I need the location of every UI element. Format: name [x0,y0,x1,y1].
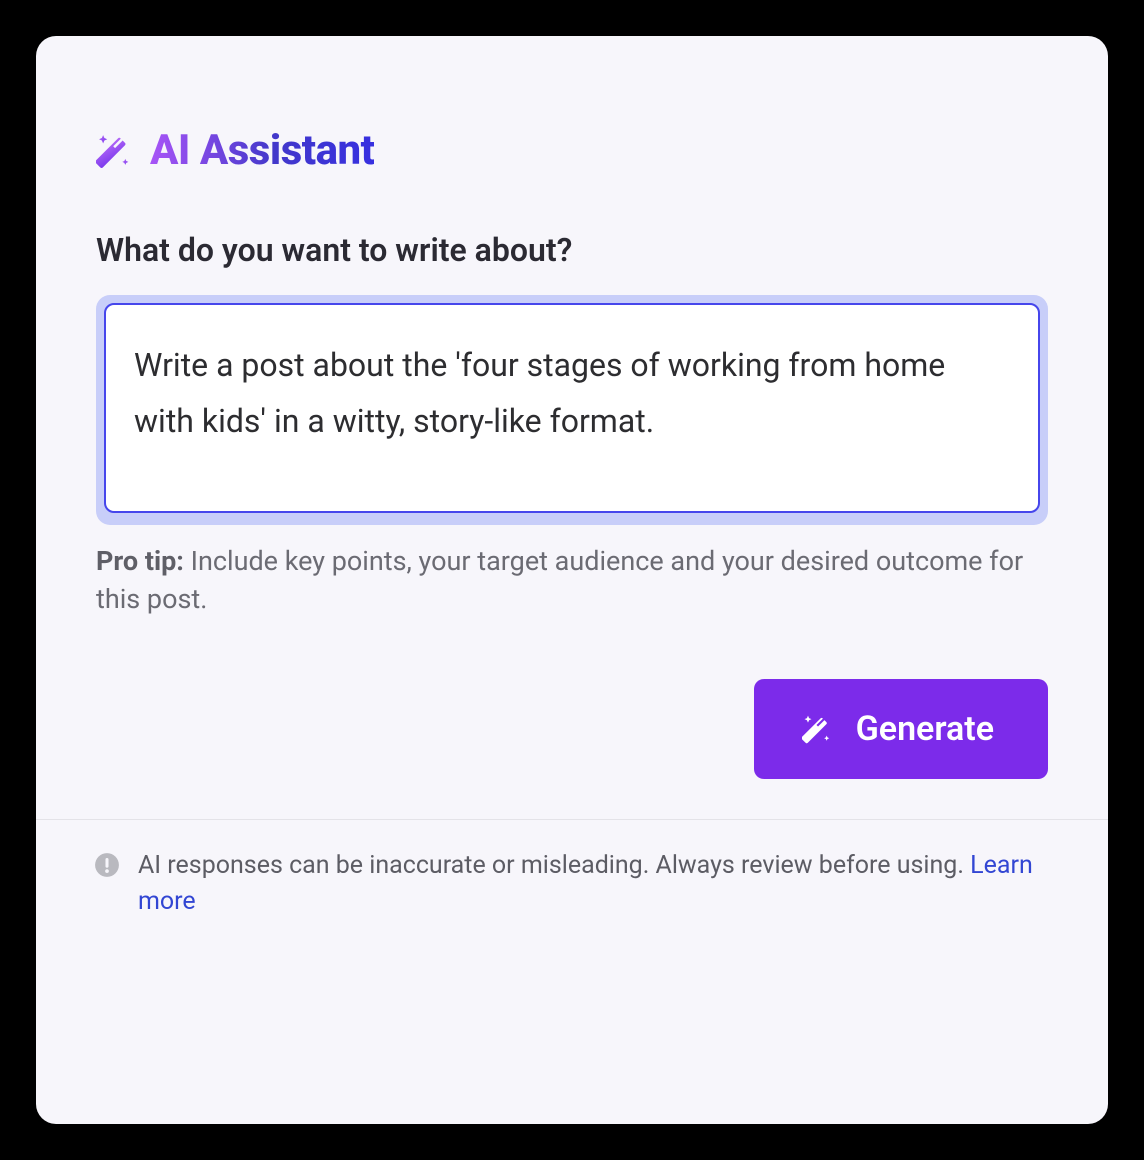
warning-icon [94,852,120,878]
prompt-textarea[interactable] [104,303,1040,513]
disclaimer-text: AI responses can be inaccurate or mislea… [138,848,1050,921]
pro-tip: Pro tip: Include key points, your target… [96,543,1048,619]
disclaimer-body: AI responses can be inaccurate or mislea… [138,851,970,880]
prompt-label: What do you want to write about? [96,231,1048,269]
generate-button-label: Generate [856,709,994,749]
pro-tip-label: Pro tip: [96,545,184,577]
magic-wand-icon [802,713,834,745]
generate-button[interactable]: Generate [754,679,1048,779]
card-title: AI Assistant [96,126,1048,175]
pro-tip-text: Include key points, your target audience… [96,545,1023,615]
magic-wand-icon [96,132,134,170]
card-content: AI Assistant What do you want to write a… [36,36,1108,819]
ai-assistant-card: AI Assistant What do you want to write a… [36,36,1108,1124]
textarea-focus-ring [96,295,1048,525]
footer: AI responses can be inaccurate or mislea… [36,820,1108,949]
button-row: Generate [96,679,1048,779]
card-title-text: AI Assistant [150,126,374,175]
